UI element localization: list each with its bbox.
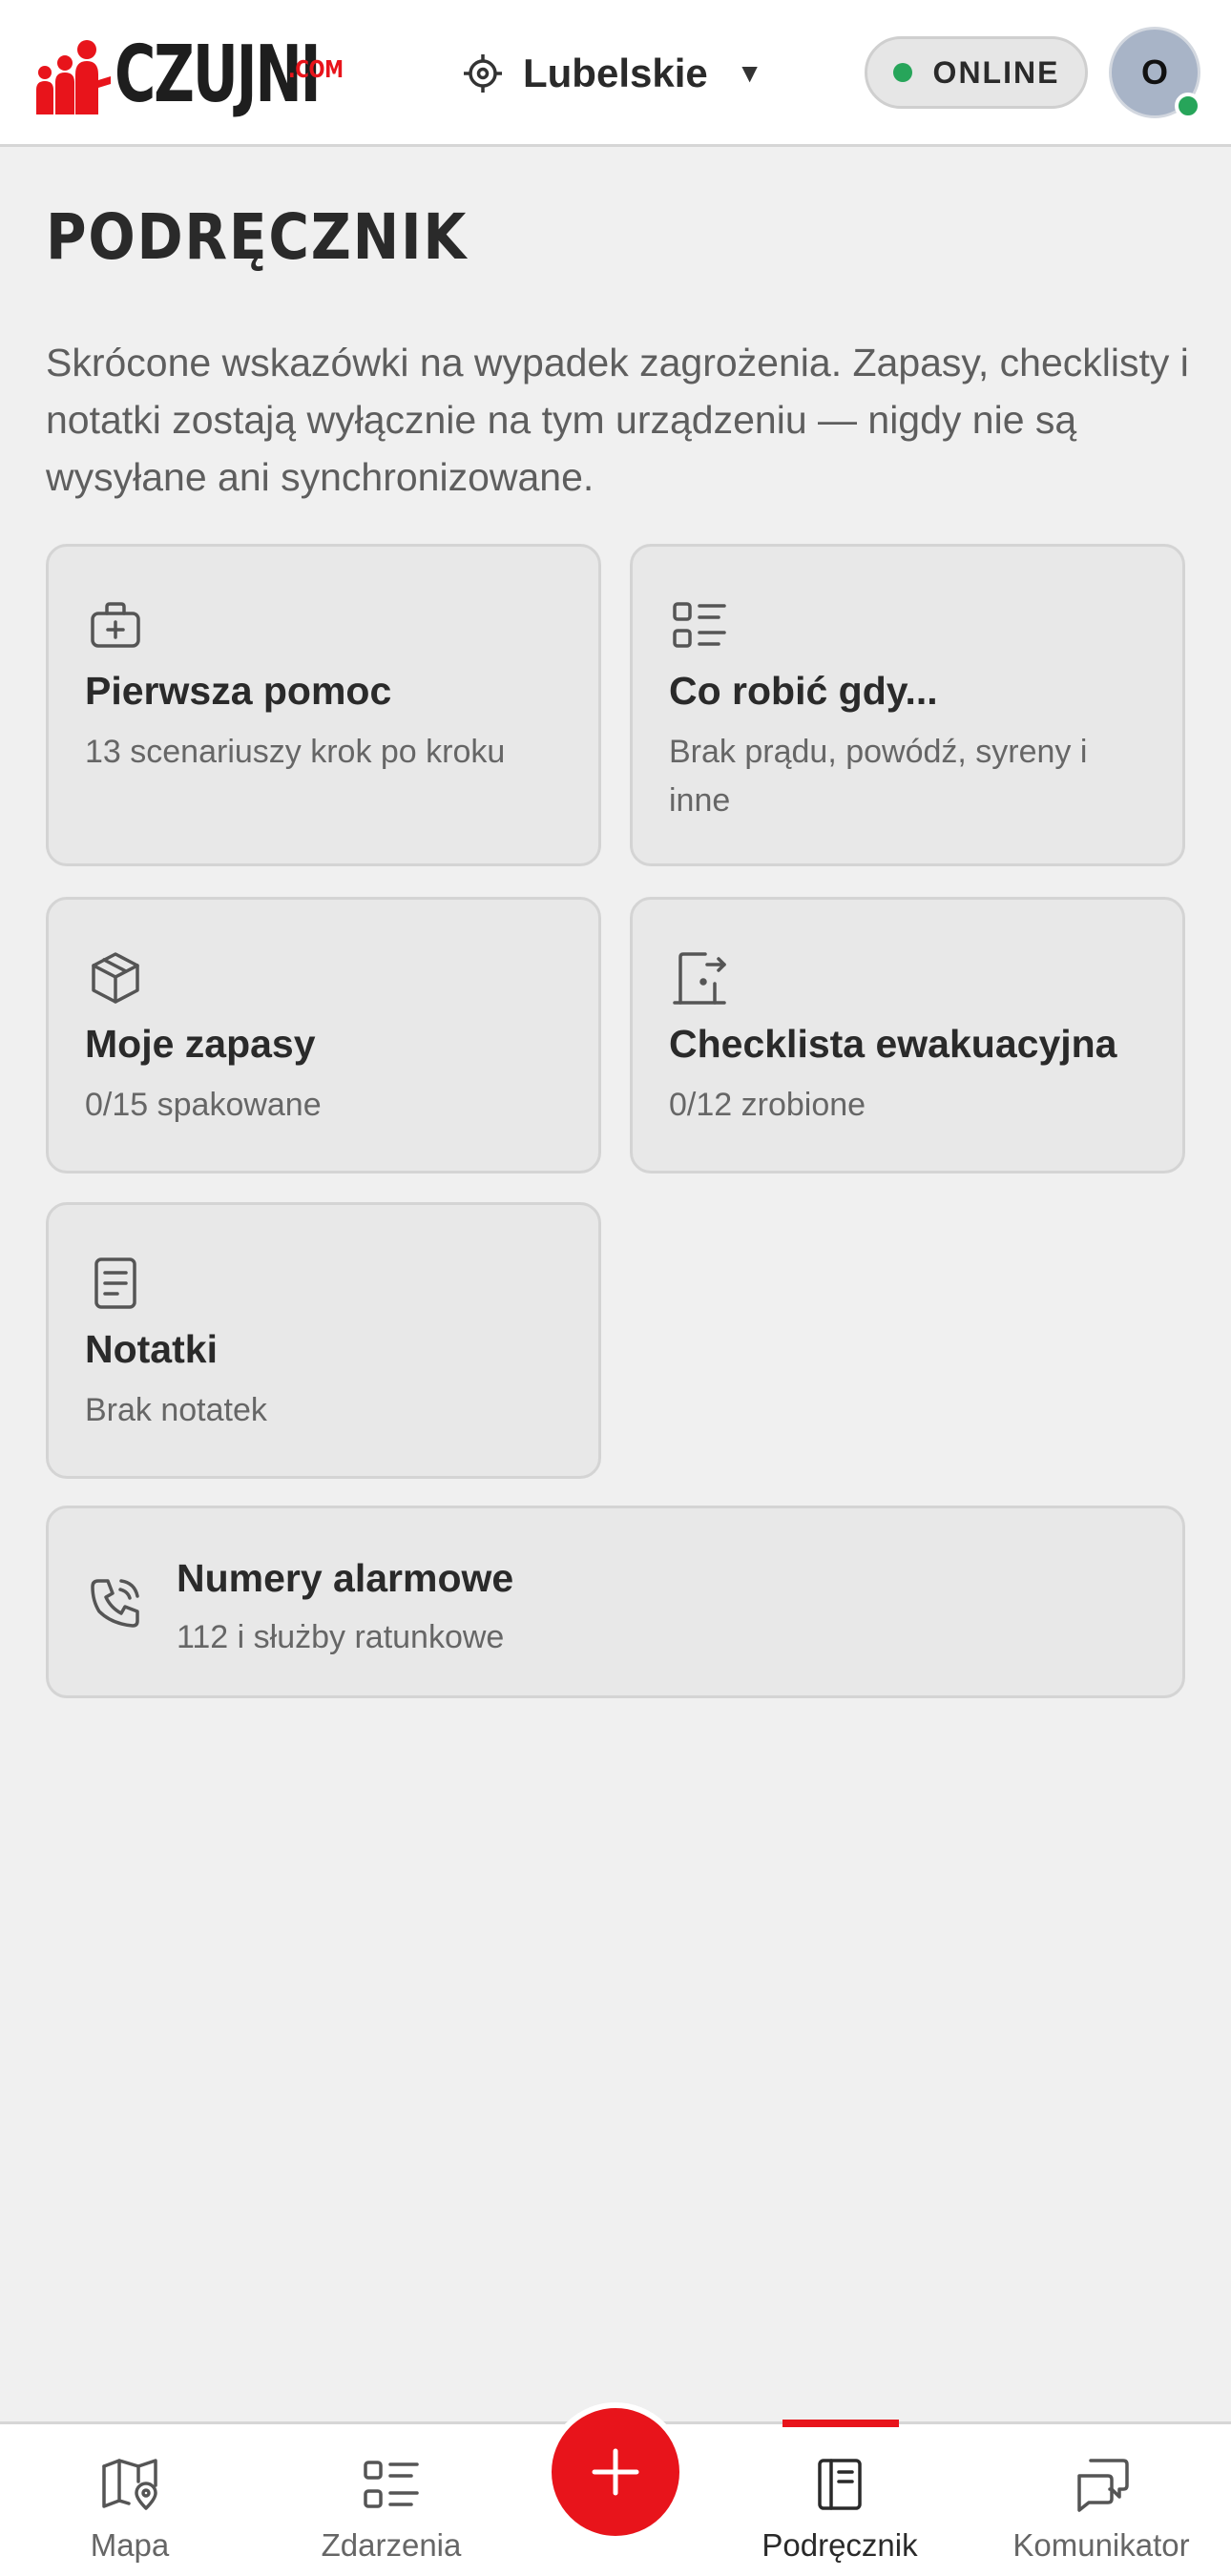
- card-supplies[interactable]: Moje zapasy 0/15 spakowane: [46, 897, 601, 1174]
- user-avatar[interactable]: O: [1109, 27, 1201, 119]
- map-icon: [102, 2459, 157, 2510]
- first-aid-kit-icon: [91, 602, 140, 648]
- nav-label: Podręcznik: [762, 2527, 918, 2563]
- people-logo-icon: [36, 40, 111, 114]
- card-subtitle: 13 scenariuszy krok po kroku: [85, 734, 506, 770]
- card-title: Moje zapasy: [85, 1022, 316, 1066]
- connection-status-badge[interactable]: ONLINE: [865, 36, 1088, 109]
- card-evacuation-checklist[interactable]: Checklista ewakuacyjna 0/12 zrobione: [630, 897, 1185, 1174]
- nav-item-messenger[interactable]: Komunikator: [996, 2424, 1206, 2576]
- location-target-icon: [464, 54, 502, 93]
- nav-item-handbook[interactable]: Podręcznik: [735, 2420, 945, 2576]
- card-title: Numery alarmowe: [177, 1556, 514, 1600]
- nav-item-events[interactable]: Zdarzenia: [286, 2424, 496, 2576]
- chat-icon: [1077, 2459, 1129, 2512]
- app-header: CZUJNI .COM Lubelskie ▼ ONLINE O: [0, 0, 1231, 147]
- region-name: Lubelskie: [523, 51, 708, 95]
- dropdown-caret-icon: ▼: [736, 58, 763, 88]
- card-what-to-do[interactable]: Co robić gdy... Brak prądu, powódź, syre…: [630, 544, 1185, 866]
- avatar-status-dot: [1175, 93, 1201, 119]
- avatar-initial: O: [1140, 52, 1168, 92]
- card-notes[interactable]: Notatki Brak notatek: [46, 1202, 601, 1479]
- list-icon: [364, 2461, 419, 2508]
- card-title: Co robić gdy...: [669, 669, 938, 713]
- list-icon: [673, 602, 726, 648]
- card-first-aid[interactable]: Pierwsza pomoc 13 scenariuszy krok po kr…: [46, 544, 601, 866]
- add-event-button[interactable]: [546, 2402, 685, 2542]
- card-emergency-numbers[interactable]: Numery alarmowe 112 i służby ratunkowe: [46, 1506, 1185, 1698]
- card-subtitle: Brak prądu, powódź, syreny i inne: [669, 734, 1088, 819]
- page-intro: Skrócone wskazówki na wypadek zagrożenia…: [46, 341, 1189, 499]
- nav-label: Komunikator: [1012, 2527, 1190, 2563]
- nav-item-map[interactable]: Mapa: [25, 2424, 235, 2576]
- package-icon: [92, 952, 139, 1004]
- region-selector[interactable]: Lubelskie ▼: [462, 40, 762, 107]
- door-exit-icon: [673, 952, 726, 1005]
- card-subtitle: 112 i służby ratunkowe: [177, 1619, 505, 1655]
- nav-label: Mapa: [90, 2527, 170, 2563]
- nav-label: Zdarzenia: [321, 2527, 462, 2563]
- status-label: ONLINE: [932, 54, 1060, 90]
- card-title: Pierwsza pomoc: [85, 669, 392, 713]
- phone-icon: [91, 1579, 139, 1628]
- card-subtitle: 0/12 zrobione: [669, 1087, 866, 1123]
- logo-suffix: .COM: [288, 55, 344, 83]
- card-title: Notatki: [85, 1327, 218, 1371]
- plus-icon: [592, 2448, 639, 2496]
- card-subtitle: 0/15 spakowane: [85, 1087, 322, 1123]
- card-subtitle: Brak notatek: [85, 1392, 267, 1428]
- active-tab-indicator: [782, 2420, 899, 2427]
- czujni-logo[interactable]: CZUJNI: [34, 29, 399, 114]
- online-dot-icon: [892, 63, 912, 82]
- card-title: Checklista ewakuacyjna: [669, 1022, 1117, 1066]
- book-icon: [818, 2459, 862, 2510]
- note-icon: [94, 1257, 136, 1309]
- page-title: PODRĘCZNIK: [46, 200, 469, 274]
